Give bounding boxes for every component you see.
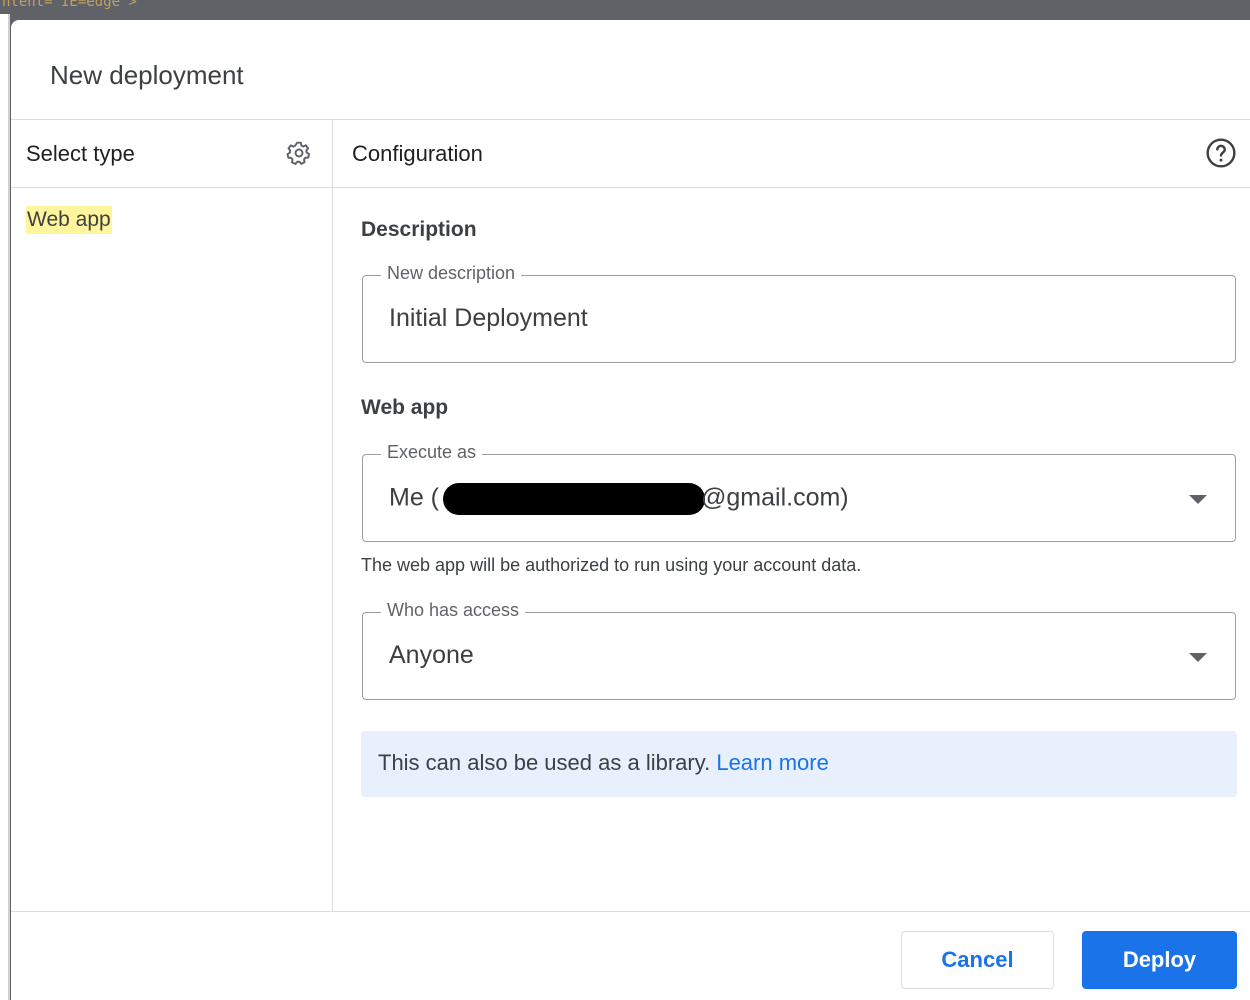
description-field-value: Initial Deployment — [389, 304, 588, 332]
execute-as-value-suffix: @gmail.com) — [701, 483, 849, 512]
execute-as-value: Me ( @gmail.com) — [389, 483, 849, 515]
who-has-access-value: Anyone — [389, 641, 474, 669]
execute-as-helper-text: The web app will be authorized to run us… — [361, 555, 862, 575]
header-divider — [11, 187, 1250, 188]
help-button[interactable] — [1204, 136, 1238, 170]
description-section-title: Description — [361, 218, 477, 241]
background-editor-border — [8, 14, 10, 1000]
panel-divider — [332, 119, 333, 911]
redacted-email — [443, 483, 705, 515]
dropdown-arrow-icon — [1189, 495, 1207, 504]
background-code-snippet: ntent="IE=edge"> — [2, 0, 137, 10]
deploy-button[interactable]: Deploy — [1082, 931, 1237, 989]
who-has-access-label: Who has access — [381, 600, 526, 621]
title-divider — [11, 119, 1250, 120]
learn-more-link[interactable]: Learn more — [716, 750, 829, 775]
library-info-message: This can also be used as a library. — [378, 750, 711, 775]
gear-icon — [286, 141, 311, 165]
description-field-label: New description — [381, 263, 522, 284]
description-field[interactable]: New description Initial Deployment — [362, 263, 1236, 363]
library-info-text: This can also be used as a library. Lear… — [378, 750, 829, 776]
new-deployment-dialog: New deployment Select type Web app Confi… — [11, 20, 1250, 1000]
dialog-title: New deployment — [50, 60, 244, 90]
who-has-access-dropdown[interactable]: Who has access Anyone — [362, 600, 1236, 700]
configuration-header: Configuration — [352, 141, 483, 166]
execute-as-label: Execute as — [381, 442, 483, 463]
dropdown-arrow-icon — [1189, 653, 1207, 662]
execute-as-dropdown[interactable]: Execute as Me ( @gmail.com) — [362, 442, 1236, 542]
type-item-web-app[interactable]: Web app — [26, 206, 112, 234]
cancel-button[interactable]: Cancel — [901, 931, 1054, 989]
settings-button[interactable] — [282, 136, 316, 170]
execute-as-value-prefix: Me ( — [389, 483, 439, 512]
select-type-header: Select type — [26, 141, 135, 166]
web-app-section-title: Web app — [361, 396, 449, 419]
library-info-banner: This can also be used as a library. Lear… — [361, 731, 1237, 797]
help-circle-icon — [1206, 138, 1236, 168]
footer-divider — [11, 911, 1250, 912]
